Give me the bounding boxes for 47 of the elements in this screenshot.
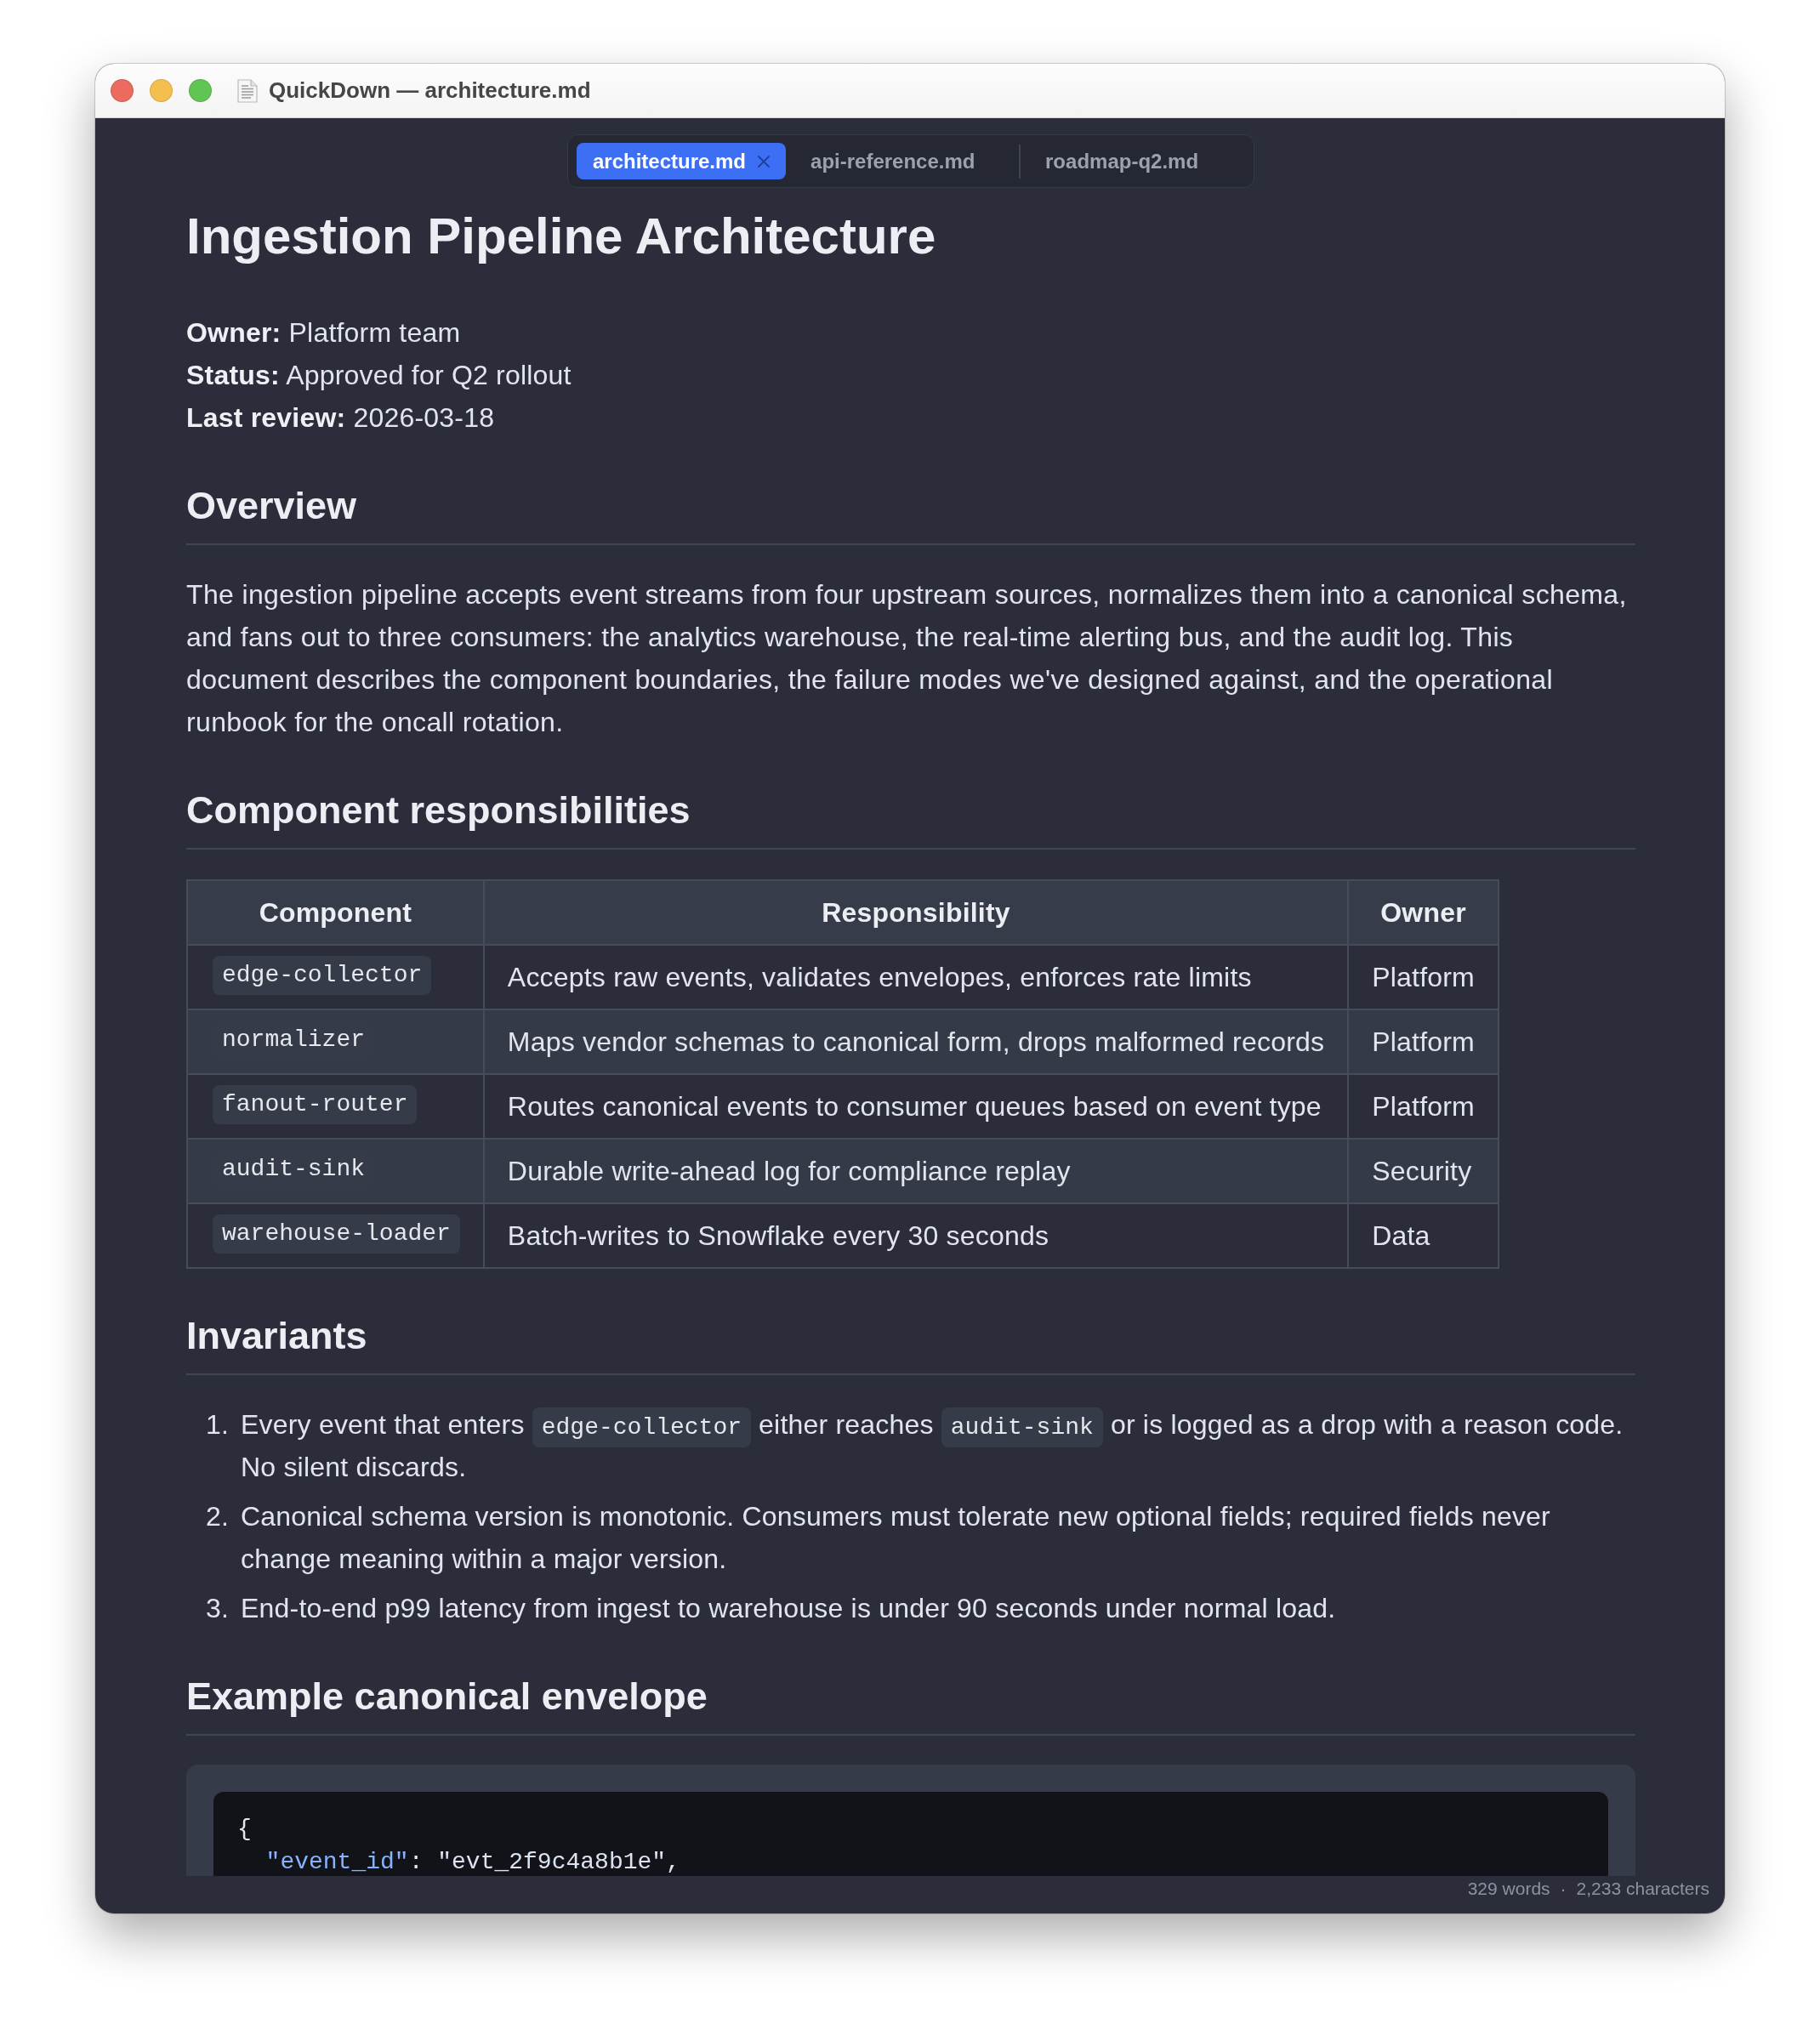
list-item-text: Canonical schema version is monotonic. Consumers must tolerate new optional fields; required fields never change meaning within a major version. xyxy=(241,1500,1551,1576)
column-header: Component xyxy=(187,880,484,945)
table-cell: Accepts raw events, validates envelopes, enforces rate limits xyxy=(483,945,1349,1009)
close-icon[interactable] xyxy=(758,155,771,168)
section-heading: Example canonical envelope xyxy=(186,1674,708,1720)
table-cell: Maps vendor schemas to canonical form, drops malformed records xyxy=(483,1009,1349,1074)
table-cell: Batch-writes to Snowflake every 30 seconds xyxy=(483,1203,1349,1268)
close-button[interactable] xyxy=(111,79,134,102)
table-cell: Platform xyxy=(1348,945,1499,1009)
section-heading: Overview xyxy=(186,483,358,529)
meta-line: Last review: 2026-03-18 xyxy=(186,401,496,435)
list-number: 3. xyxy=(204,1592,229,1625)
word-count: 329 words xyxy=(1467,1878,1550,1900)
table-cell: Platform xyxy=(1348,1009,1499,1074)
inline-code: edge-collector xyxy=(213,956,432,995)
paragraph: The ingestion pipeline accepts event streams from four upstream sources, normalizes them into a canonical schema, and fans out to three consumers: the analytics warehouse, the real-time alerting bus, and the audit log. This document describes the component boundaries, the failure modes we've designed against, and the operational runbook for the oncall rotation. xyxy=(186,578,1628,739)
table-cell: Routes canonical events to consumer queues based on event type xyxy=(483,1074,1349,1139)
tab[interactable]: architecture.md xyxy=(576,143,787,179)
status-separator: · xyxy=(1560,1878,1567,1900)
tab[interactable]: api-reference.md xyxy=(794,143,1011,179)
column-header: Owner xyxy=(1348,880,1499,945)
window-title: QuickDown — architecture.md xyxy=(269,77,591,104)
inline-code: audit-sink xyxy=(941,1407,1103,1447)
meta-line: Status: Approved for Q2 rollout xyxy=(186,359,572,392)
document-title: Ingestion Pipeline Architecture xyxy=(186,207,937,266)
table-cell: Data xyxy=(1348,1203,1499,1268)
zoom-button[interactable] xyxy=(189,79,212,102)
inline-code: edge-collector xyxy=(532,1407,751,1447)
list-item-text: Every event that enters edge-collector either reaches audit-sink or is logged as a drop with a reason code. No silent discards. xyxy=(241,1407,1624,1484)
minimize-button[interactable] xyxy=(150,79,173,102)
column-header: Responsibility xyxy=(483,880,1349,945)
table-cell: Durable write-ahead log for compliance replay xyxy=(483,1139,1349,1203)
document-icon xyxy=(237,78,258,103)
character-count: 2,233 characters xyxy=(1576,1878,1709,1900)
section-heading: Component responsibilities xyxy=(186,787,691,833)
list-item-text: End-to-end p99 latency from ingest to warehouse is under 90 seconds under normal load. xyxy=(241,1592,1337,1625)
meta-line: Owner: Platform team xyxy=(186,316,462,350)
inline-code: fanout-router xyxy=(213,1085,418,1124)
list-number: 2. xyxy=(204,1500,229,1533)
inline-code: warehouse-loader xyxy=(213,1214,460,1254)
code-line: { xyxy=(237,1815,253,1844)
list-number: 1. xyxy=(204,1408,229,1441)
section-heading: Invariants xyxy=(186,1313,368,1359)
code-line: "event_id": "evt_2f9c4a8b1e", xyxy=(264,1848,681,1876)
table-cell: Platform xyxy=(1348,1074,1499,1139)
tab[interactable]: roadmap-q2.md xyxy=(1029,143,1246,179)
table-cell: Security xyxy=(1348,1139,1499,1203)
